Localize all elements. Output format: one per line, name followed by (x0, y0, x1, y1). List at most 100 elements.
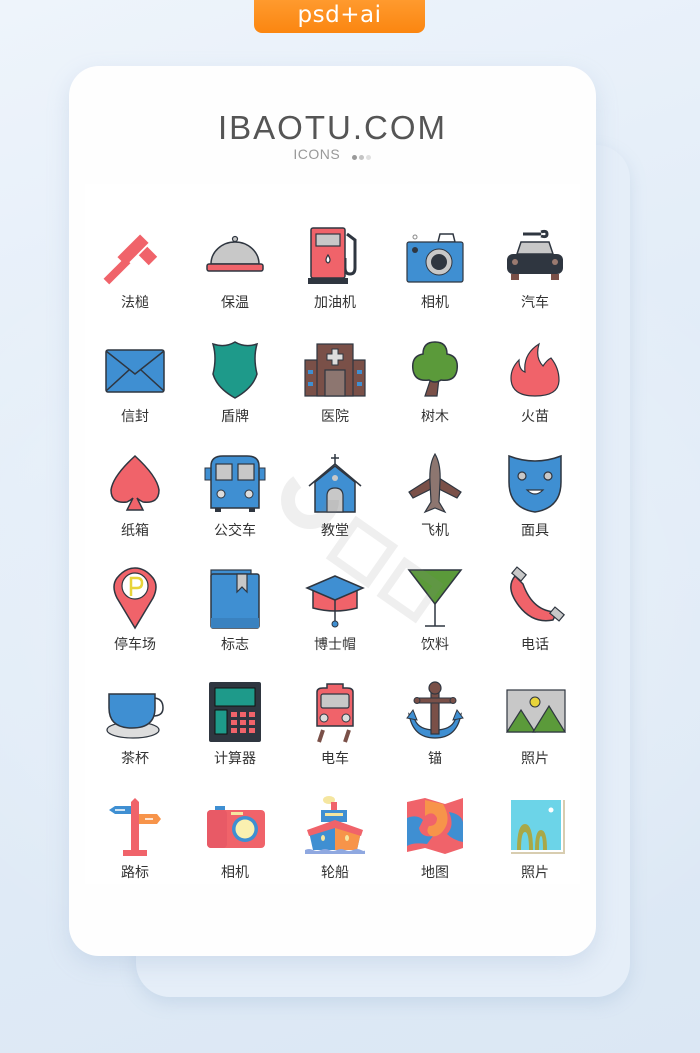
icon-item-gavel[interactable]: 法槌 (85, 224, 185, 334)
icon-item-gas-pump[interactable]: 加油机 (285, 224, 385, 334)
icon-item-shield[interactable]: 盾牌 (185, 338, 285, 448)
icon-item-map[interactable]: 地图 (385, 794, 485, 904)
map-icon (407, 798, 463, 854)
signpost-icon (109, 798, 161, 856)
phone-icon (510, 566, 566, 622)
icon-item-ship[interactable]: 轮船 (285, 794, 385, 904)
icon-label: 计算器 (214, 751, 256, 767)
icon-label: 标志 (221, 637, 249, 653)
icon-item-bus[interactable]: 公交车 (185, 452, 285, 562)
icon-item-picture[interactable]: 照片 (485, 680, 585, 790)
icon-item-tree[interactable]: 树木 (385, 338, 485, 448)
icon-label: 照片 (521, 865, 549, 881)
dot (351, 155, 357, 161)
anchor-icon (406, 681, 464, 739)
icon-label: 法槌 (121, 295, 149, 311)
gavel-icon (103, 234, 158, 285)
icon-item-camera[interactable]: 相机 (385, 224, 485, 334)
icon-label: 公交车 (214, 523, 256, 539)
icon-item-food-cover[interactable]: 保温 (185, 224, 285, 334)
camera-icon (406, 233, 464, 283)
bus-icon (204, 455, 266, 512)
icon-item-airplane[interactable]: 飞机 (385, 452, 485, 562)
icon-label: 保温 (221, 295, 249, 311)
format-badge: psd+ai (254, 0, 425, 33)
icon-label: 相机 (221, 865, 249, 881)
icon-label: 医院 (321, 409, 349, 425)
icon-label: 纸箱 (121, 523, 149, 539)
icon-label: 火苗 (521, 409, 549, 425)
icon-label: 停车场 (114, 637, 156, 653)
icon-item-teacup[interactable]: 茶杯 (85, 680, 185, 790)
icon-item-parking-pin[interactable]: 停车场 (85, 566, 185, 676)
icon-label: 电话 (521, 637, 549, 653)
icon-label: 加油机 (314, 295, 356, 311)
icon-label: 路标 (121, 865, 149, 881)
mask-icon (508, 454, 562, 513)
icon-grid-panel: 法槌 保温 加油机 相机 汽车 信封 盾牌 医院 树木 火苗 纸箱 公交车 教堂… (85, 184, 580, 884)
bookmark-book-icon (210, 569, 260, 629)
dot (365, 155, 371, 161)
picture-icon (505, 689, 567, 733)
icon-label: 茶杯 (121, 751, 149, 767)
food-cover-icon (206, 235, 264, 272)
dots-decoration (351, 147, 372, 163)
icon-label: 汽车 (521, 295, 549, 311)
parking-pin-icon (113, 567, 157, 630)
icon-label: 电车 (321, 751, 349, 767)
icon-label: 地图 (421, 865, 449, 881)
icon-item-mask[interactable]: 面具 (485, 452, 585, 562)
tree-icon (411, 341, 459, 397)
subtitle-text: ICONS (293, 146, 341, 162)
flame-icon (510, 342, 560, 397)
icon-label: 照片 (521, 751, 549, 767)
envelope-icon (105, 349, 165, 393)
icon-label: 面具 (521, 523, 549, 539)
icon-item-tram[interactable]: 电车 (285, 680, 385, 790)
icon-item-graduation-cap[interactable]: 博士帽 (285, 566, 385, 676)
tram-icon (316, 683, 354, 743)
car-icon (507, 229, 563, 280)
shield-icon (211, 341, 259, 399)
icon-item-cocktail-glass[interactable]: 饮料 (385, 566, 485, 676)
spade-icon (110, 454, 160, 511)
ship-icon (305, 796, 365, 854)
icon-item-hospital[interactable]: 医院 (285, 338, 385, 448)
icon-label: 轮船 (321, 865, 349, 881)
icon-label: 信封 (121, 409, 149, 425)
icon-item-anchor[interactable]: 锚 (385, 680, 485, 790)
icon-item-bookmark-book[interactable]: 标志 (185, 566, 285, 676)
icon-item-flame[interactable]: 火苗 (485, 338, 585, 448)
cocktail-glass-icon (407, 569, 463, 627)
airplane-icon (408, 452, 462, 514)
icon-item-envelope[interactable]: 信封 (85, 338, 185, 448)
brand-title: IBAOTU.COM (217, 109, 447, 146)
icon-card: IBAOTU.COM ICONS 法槌 保温 加油机 相机 汽车 信封 盾牌 医… (69, 66, 596, 956)
calculator-icon (209, 682, 261, 742)
icon-item-signpost[interactable]: 路标 (85, 794, 185, 904)
icon-label: 飞机 (421, 523, 449, 539)
icon-item-photo-flat[interactable]: 照片 (485, 794, 585, 904)
icon-label: 相机 (421, 295, 449, 311)
icon-label: 博士帽 (314, 637, 356, 653)
icon-item-church[interactable]: 教堂 (285, 452, 385, 562)
camera-flat-icon (207, 806, 265, 848)
icon-item-phone[interactable]: 电话 (485, 566, 585, 676)
icon-label: 盾牌 (221, 409, 249, 425)
icon-item-car[interactable]: 汽车 (485, 224, 585, 334)
dot (358, 155, 364, 161)
photo-flat-icon (509, 798, 565, 854)
icon-label: 饮料 (421, 637, 449, 653)
icon-label: 教堂 (321, 523, 349, 539)
gas-pump-icon (308, 227, 357, 284)
icon-label: 树木 (421, 409, 449, 425)
icon-item-camera-flat[interactable]: 相机 (185, 794, 285, 904)
teacup-icon (106, 693, 164, 739)
subtitle: ICONS (69, 146, 596, 163)
icon-item-spade[interactable]: 纸箱 (85, 452, 185, 562)
hospital-icon (304, 343, 366, 397)
graduation-cap-icon (305, 575, 365, 628)
icon-label: 锚 (428, 751, 442, 767)
icon-item-calculator[interactable]: 计算器 (185, 680, 285, 790)
church-icon (308, 454, 362, 513)
